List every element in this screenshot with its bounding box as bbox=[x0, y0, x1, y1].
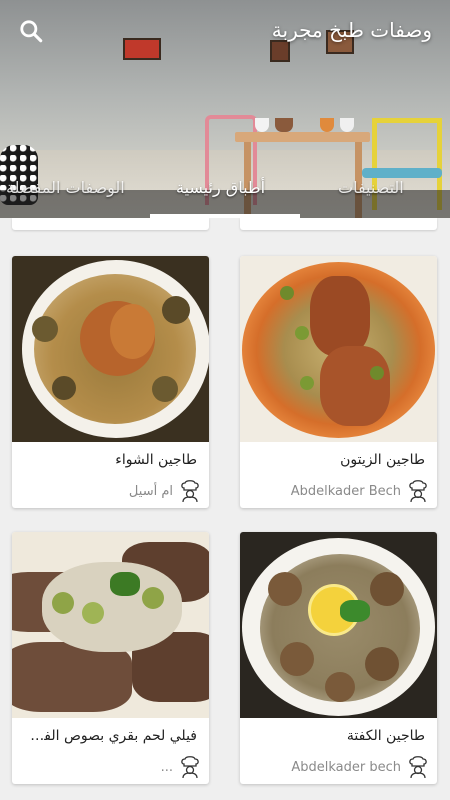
banner-cup bbox=[320, 118, 334, 132]
tab-categories[interactable]: التصنيفات bbox=[338, 178, 404, 197]
banner-cake bbox=[275, 118, 293, 132]
recipe-photo bbox=[12, 532, 209, 718]
header-banner: وصفات طبخ مجربة التصنيفات أطباق رئيسية ا… bbox=[0, 0, 450, 218]
recipe-photo bbox=[240, 532, 437, 718]
search-icon bbox=[20, 20, 43, 43]
recipe-author: Abdelkader bech bbox=[291, 759, 401, 775]
banner-table bbox=[235, 132, 370, 142]
chef-icon bbox=[181, 480, 199, 503]
tab-favorite-recipes[interactable]: الوصفات المفضلة bbox=[6, 178, 125, 197]
chef-icon bbox=[409, 756, 427, 779]
recipe-author-row: Abdelkader bech bbox=[291, 754, 429, 780]
recipe-grid: طاجين الزيتون Abdelkader Bech طاجين الشو… bbox=[0, 218, 450, 800]
recipe-card[interactable]: فيلي لحم بقري بصوص الفطر و ا... ... bbox=[12, 532, 209, 784]
search-button[interactable] bbox=[18, 18, 44, 44]
app-title: وصفات طبخ مجربة bbox=[271, 18, 432, 42]
recipe-photo bbox=[240, 256, 437, 442]
banner-wall-picture bbox=[123, 38, 161, 60]
recipe-author-row: Abdelkader Bech bbox=[291, 478, 429, 504]
tab-main-dishes[interactable]: أطباق رئيسية bbox=[176, 178, 265, 197]
recipe-author: ام أسيل bbox=[128, 483, 173, 499]
recipe-name: طاجين الشواء bbox=[115, 452, 197, 468]
tab-bar: التصنيفات أطباق رئيسية الوصفات المفضلة bbox=[0, 170, 450, 218]
recipe-card[interactable]: طاجين الزيتون Abdelkader Bech bbox=[240, 256, 437, 508]
recipe-name: فيلي لحم بقري بصوص الفطر و ا... bbox=[21, 728, 197, 744]
recipe-card[interactable]: طاجين الشواء ام أسيل bbox=[12, 256, 209, 508]
recipe-author: ... bbox=[160, 759, 173, 775]
recipe-author-row: ام أسيل bbox=[129, 478, 201, 504]
recipe-author-row: ... bbox=[161, 754, 201, 780]
banner-wall-picture bbox=[270, 40, 290, 62]
recipe-author: Abdelkader Bech bbox=[290, 483, 401, 499]
chef-icon bbox=[409, 480, 427, 503]
recipe-card-partial[interactable] bbox=[12, 218, 209, 230]
chef-icon bbox=[181, 756, 199, 779]
banner-glass bbox=[340, 118, 354, 132]
banner-cup bbox=[255, 118, 269, 132]
recipe-card[interactable]: طاجين الكفتة Abdelkader bech bbox=[240, 532, 437, 784]
recipe-name: طاجين الزيتون bbox=[340, 452, 425, 468]
recipe-name: طاجين الكفتة bbox=[346, 728, 425, 744]
app-root: وصفات طبخ مجربة التصنيفات أطباق رئيسية ا… bbox=[0, 0, 450, 800]
recipe-photo bbox=[12, 256, 209, 442]
recipe-card-partial[interactable] bbox=[240, 218, 437, 230]
